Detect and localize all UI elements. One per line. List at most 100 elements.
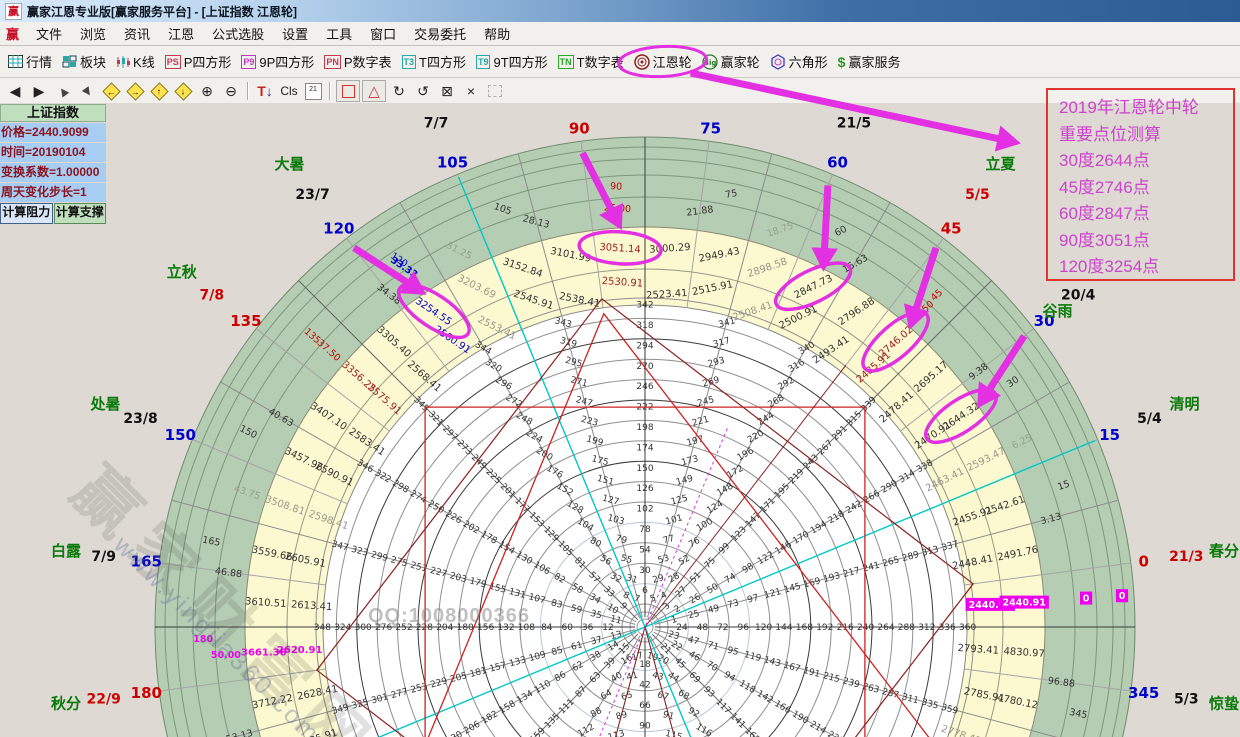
zoom-in-button[interactable]: ⊕ [196,81,218,101]
svg-text:15: 15 [1099,426,1120,444]
svg-text:108: 108 [518,623,535,633]
svg-text:174: 174 [636,443,653,453]
svg-text:288: 288 [898,623,915,633]
menu-item-交易委托[interactable]: 交易委托 [405,22,475,45]
svg-text:300: 300 [355,623,372,633]
menu-item-帮助[interactable]: 帮助 [475,22,519,45]
rotate-ccw-button[interactable]: ↺ [412,81,434,101]
toolbar-item-P四方形[interactable]: PSP四方形 [160,50,237,73]
svg-text:318: 318 [636,321,653,331]
svg-text:90: 90 [639,721,651,731]
svg-text:126: 126 [636,484,653,494]
winner-wheel-icon: Big [702,54,718,70]
zoom-out-button[interactable]: ⊖ [220,81,242,101]
svg-text:102: 102 [636,505,653,515]
cls-icon: Cls [280,84,297,98]
svg-text:23/8: 23/8 [123,411,157,427]
svg-text:246: 246 [636,382,653,392]
toolbar-item-P数字表[interactable]: PNP数字表 [319,50,396,73]
info-row-2: 变换系数=1.00000 [0,163,106,182]
rotate-wheel-left-icon: ▲ [53,80,74,101]
svg-text:54: 54 [639,545,651,555]
svg-text:198: 198 [636,423,653,433]
cls-button[interactable]: Cls [278,81,300,101]
svg-text:90: 90 [569,120,590,138]
toolbar-item-label: 江恩轮 [653,52,692,71]
kline-candles-icon [116,55,130,69]
svg-text:7/7: 7/7 [424,116,449,132]
zoom-out-icon: ⊖ [225,83,237,100]
titlebar: 赢 赢家江恩专业版[赢家服务平台] - [上证指数 江恩轮] [0,0,1240,22]
rotate-cw-icon: ↻ [393,83,405,100]
toolbar-item-9P四方形[interactable]: P99P四方形 [236,50,319,73]
pan-left-button[interactable]: ← [100,81,122,101]
svg-text:7/9: 7/9 [91,549,116,565]
next-button[interactable]: ▶ [28,81,50,101]
svg-text:Big: Big [703,59,716,67]
svg-text:150: 150 [636,464,653,474]
box-x-button[interactable]: ⊠ [436,81,458,101]
menu-item-设置[interactable]: 设置 [273,22,317,45]
svg-text:0: 0 [1138,553,1148,571]
menu-item-浏览[interactable]: 浏览 [71,22,115,45]
toolbar-item-江恩轮[interactable]: 江恩轮 [629,50,697,73]
rotate-wheel-left-button[interactable]: ▲ [52,81,74,101]
toolbar-item-label: 9T四方形 [493,52,547,71]
toolbar-item-9T四方形[interactable]: T99T四方形 [471,50,553,73]
prev-button[interactable]: ◀ [4,81,26,101]
toolbar-item-label: 六角形 [789,52,828,71]
rotate-cw-button[interactable]: ↻ [388,81,410,101]
measure-icon: T↓ [257,83,273,99]
square-tool-button[interactable] [336,80,360,102]
pan-down-button-icon: ↓ [174,82,192,100]
pan-right-button[interactable]: → [124,81,146,101]
svg-text:204: 204 [436,623,453,633]
pan-up-button-icon: ↑ [150,82,168,100]
menu-item-文件[interactable]: 文件 [27,22,71,45]
menu-item-窗口[interactable]: 窗口 [361,22,405,45]
rotate-wheel-right-button[interactable]: ▼ [76,81,98,101]
annotation-line-0: 2019年江恩轮中轮 [1059,95,1233,122]
svg-text:345: 345 [1128,684,1159,702]
sector-blocks-icon [62,55,77,68]
collapse-button[interactable]: × [460,81,482,101]
ps-badge-icon: PS [165,55,181,69]
menu-item-公式选股[interactable]: 公式选股 [203,22,273,45]
t9-badge-icon: T9 [476,55,491,69]
svg-text:78: 78 [639,525,651,535]
toolbar-item-赢家服务[interactable]: $赢家服务 [833,50,906,73]
svg-text:谷雨: 谷雨 [1042,302,1072,320]
menu-item-资讯[interactable]: 资讯 [115,22,159,45]
quotes-grid-icon [8,55,23,68]
svg-text:75: 75 [724,188,738,201]
app-logo-icon: 赢 [5,3,22,20]
toolbar-item-label: 行情 [26,52,52,71]
svg-text:秋分: 秋分 [51,695,81,713]
toolbar-item-T数字表[interactable]: TNT数字表 [553,50,629,73]
toolbar-item-板块[interactable]: 板块 [57,50,111,73]
toolbar-item-K线[interactable]: K线 [111,50,160,73]
svg-text:立秋: 立秋 [167,263,198,281]
toolbar-item-T四方形[interactable]: T3T四方形 [397,50,471,73]
calc-support-button[interactable]: 计算支撑 [54,203,107,224]
calendar-button[interactable]: 21 [302,81,324,101]
svg-text:清明: 清明 [1169,395,1199,413]
svg-text:30: 30 [639,566,651,576]
menu-item-江恩[interactable]: 江恩 [159,22,203,45]
pan-right-button-icon: → [126,82,144,100]
calc-resistance-button[interactable]: 计算阻力 [0,203,53,224]
menu-item-工具[interactable]: 工具 [317,22,361,45]
toolbar-item-行情[interactable]: 行情 [3,50,57,73]
triangle-tool-button[interactable]: △ [362,80,386,102]
pan-up-button[interactable]: ↑ [148,81,170,101]
toolbar-item-赢家轮[interactable]: Big赢家轮 [697,50,765,73]
screen-tool-button[interactable] [484,81,506,101]
measure-button[interactable]: T↓ [254,81,276,101]
svg-text:84: 84 [541,623,553,633]
hexagon-icon [770,54,786,70]
pan-left-button-icon: ← [102,82,120,100]
pan-down-button[interactable]: ↓ [172,81,194,101]
toolbar-item-六角形[interactable]: 六角形 [765,50,833,73]
triangle-tool-icon: △ [368,82,380,100]
toolbar-separator [329,82,331,100]
